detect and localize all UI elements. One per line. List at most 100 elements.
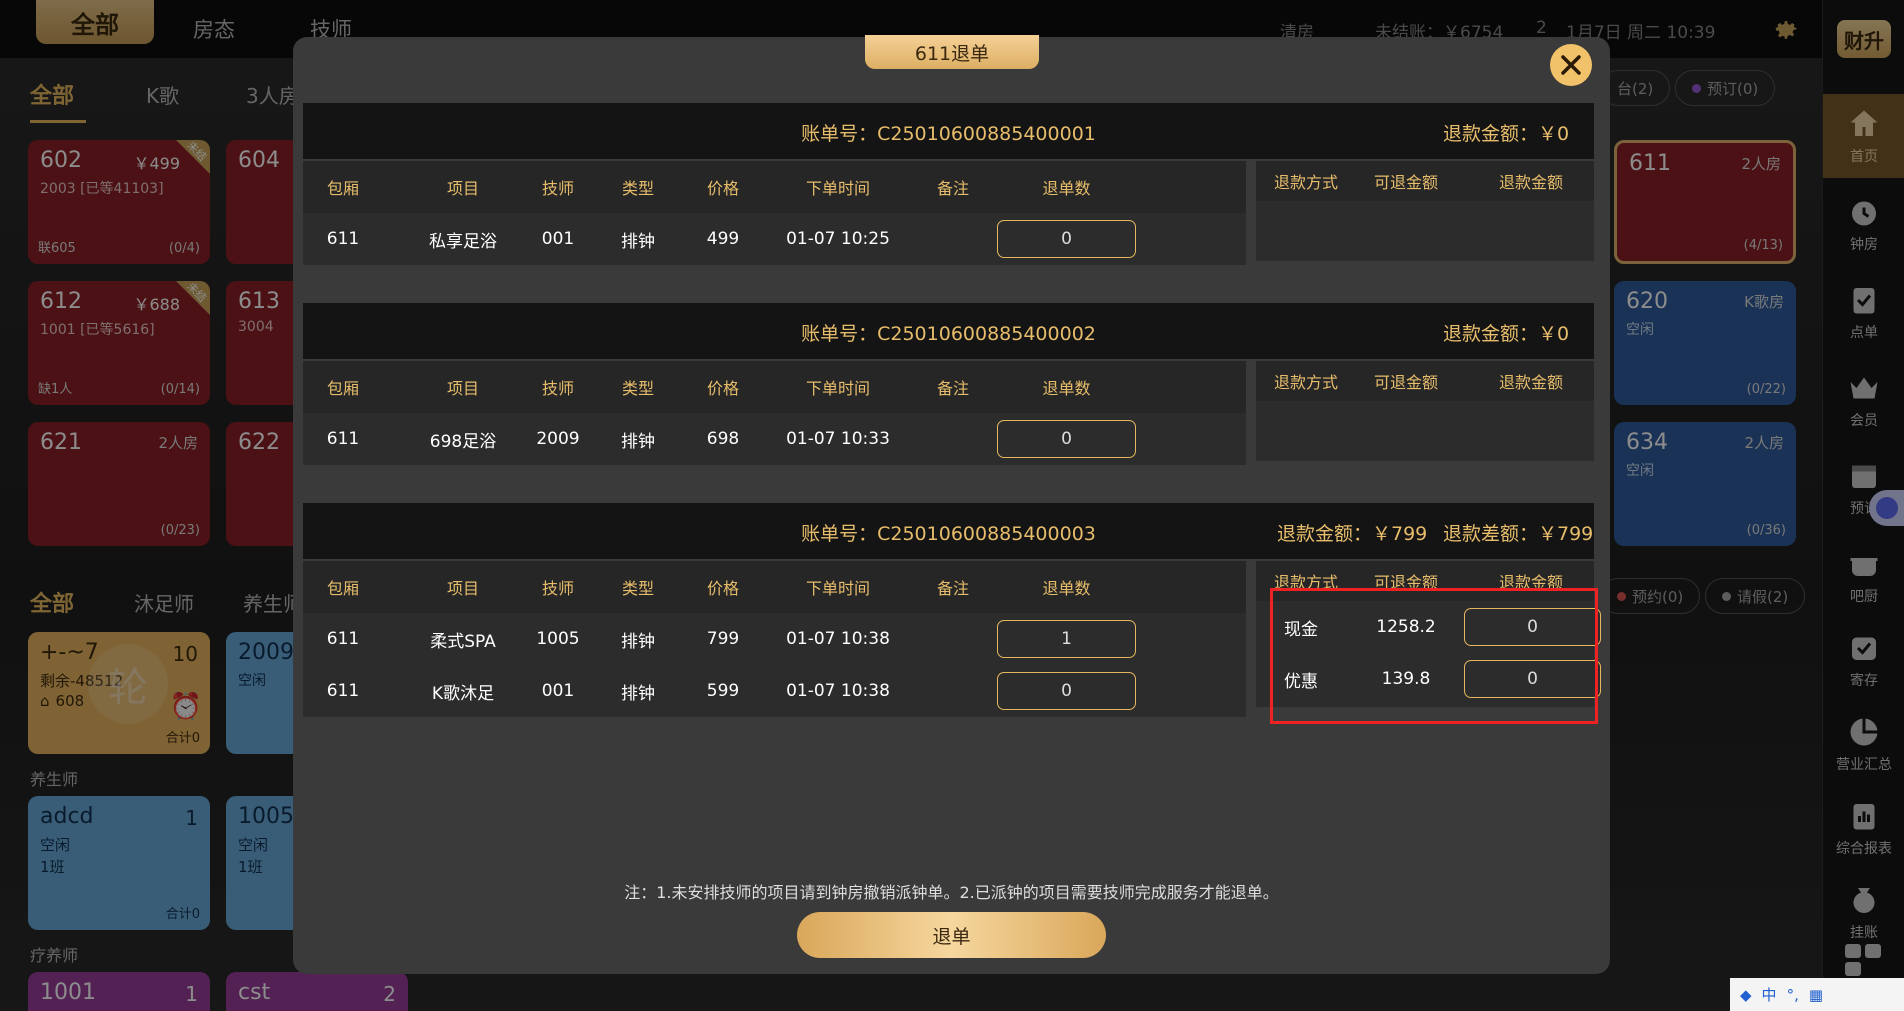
cell-room: 611	[326, 229, 360, 249]
cell-price: 599	[706, 681, 740, 701]
refund-difference: 退款差额：￥799	[1443, 523, 1594, 545]
close-button[interactable]	[1550, 44, 1592, 86]
refund-table-header: 退款方式 可退金额 退款金额	[1256, 561, 1594, 601]
table-header: 包厢 项目 技师 类型 价格 下单时间 备注 退单数	[303, 561, 1246, 613]
table-header: 包厢 项目 技师 类型 价格 下单时间 备注 退单数	[303, 161, 1246, 213]
close-icon	[1561, 55, 1581, 75]
bill-number: 账单号：C25010600885400001	[801, 123, 1096, 145]
items-table: 包厢 项目 技师 类型 价格 下单时间 备注 退单数 611 私享足浴 001 …	[303, 161, 1246, 265]
col-price: 价格	[706, 179, 739, 198]
cash-refund-input[interactable]	[1464, 608, 1601, 646]
cell-item: 私享足浴	[429, 231, 497, 252]
col-price: 价格	[706, 379, 739, 398]
cell-type: 排钟	[621, 431, 655, 452]
col-type: 类型	[621, 579, 654, 598]
cell-type: 排钟	[621, 231, 655, 252]
col-qty: 退单数	[1042, 179, 1091, 198]
dialog-note: 注：1.未安排技师的项目请到钟房撤销派钟单。2.已派钟的项目需要技师完成服务才能…	[624, 883, 1279, 902]
bill-section-1: 账单号：C25010600885400001 退款金额：￥0 包厢 项目 技师 …	[303, 103, 1594, 265]
col-qty: 退单数	[1042, 579, 1091, 598]
cell-room: 611	[326, 629, 360, 649]
table-row: 611 柔式SPA 1005 排钟 799 01-07 10:38	[303, 613, 1246, 665]
col-item: 项目	[446, 179, 479, 198]
refund-amount: 退款金额：￥799	[1277, 523, 1428, 545]
cell-note	[903, 413, 1003, 465]
cell-room: 611	[326, 429, 360, 449]
items-table: 包厢 项目 技师 类型 价格 下单时间 备注 退单数 611 柔式SPA 100…	[303, 561, 1246, 717]
col-note: 备注	[936, 379, 969, 398]
col-method: 退款方式	[1273, 373, 1338, 392]
ime-language: 中	[1761, 986, 1777, 1004]
col-available: 可退金额	[1373, 573, 1438, 592]
cell-item: 柔式SPA	[430, 631, 496, 652]
ime-punct-icon: °,	[1786, 985, 1799, 1004]
refund-amount: 退款金额：￥0	[1443, 323, 1570, 345]
col-refund-amount: 退款金额	[1498, 573, 1563, 592]
bill-number: 账单号：C25010600885400002	[801, 323, 1096, 345]
bill-section-2: 账单号：C25010600885400002 退款金额：￥0 包厢 项目 技师 …	[303, 303, 1594, 465]
cell-item: 698足浴	[429, 431, 497, 452]
submit-refund-button[interactable]: 退单	[797, 912, 1106, 958]
cell-tech: 001	[541, 681, 575, 701]
refund-qty-input[interactable]	[997, 220, 1136, 258]
cell-tech: 1005	[536, 629, 580, 649]
col-time: 下单时间	[805, 179, 870, 198]
cell-price: 799	[706, 629, 740, 649]
bill-section-3: 账单号：C25010600885400003 退款金额：￥799 退款差额：￥7…	[303, 503, 1601, 743]
col-type: 类型	[621, 179, 654, 198]
dialog-title: 611退单	[865, 35, 1039, 69]
col-room: 包厢	[326, 179, 359, 198]
refund-method: 现金	[1284, 619, 1318, 640]
col-available: 可退金额	[1373, 173, 1438, 192]
refund-available: 139.8	[1381, 669, 1431, 689]
bill-header: 账单号：C25010600885400003 退款金额：￥799 退款差额：￥7…	[303, 503, 1594, 559]
cell-type: 排钟	[621, 683, 655, 704]
cell-time: 01-07 10:38	[786, 681, 890, 701]
cell-time: 01-07 10:38	[786, 629, 890, 649]
col-type: 类型	[621, 379, 654, 398]
cell-price: 499	[706, 229, 740, 249]
col-qty: 退单数	[1042, 379, 1091, 398]
bill-header: 账单号：C25010600885400001 退款金额：￥0	[303, 103, 1594, 159]
cell-tech: 2009	[536, 429, 580, 449]
col-tech: 技师	[541, 179, 574, 198]
col-tech: 技师	[541, 579, 574, 598]
col-refund-amount: 退款金额	[1498, 373, 1563, 392]
col-tech: 技师	[541, 379, 574, 398]
col-time: 下单时间	[805, 379, 870, 398]
cell-note	[903, 613, 1003, 665]
refund-method-table: 退款方式 可退金额 退款金额	[1256, 161, 1594, 261]
col-available: 可退金额	[1373, 373, 1438, 392]
table-row: 611 K歌沐足 001 排钟 599 01-07 10:38	[303, 665, 1246, 717]
col-item: 项目	[446, 379, 479, 398]
table-row: 611 698足浴 2009 排钟 698 01-07 10:33	[303, 413, 1246, 465]
discount-refund-input[interactable]	[1464, 660, 1601, 698]
cell-time: 01-07 10:25	[786, 229, 890, 249]
refund-method-table: 退款方式 可退金额 退款金额 现金 1258.2 优惠 139.8	[1256, 561, 1601, 707]
col-refund-amount: 退款金额	[1498, 173, 1563, 192]
cell-time: 01-07 10:33	[786, 429, 890, 449]
refund-dialog: 611退单 账单号：C25010600885400001 退款金额：￥0 包厢 …	[293, 35, 1610, 974]
refund-qty-input[interactable]	[997, 672, 1136, 710]
col-room: 包厢	[326, 379, 359, 398]
col-method: 退款方式	[1273, 573, 1338, 592]
ime-toolbar[interactable]: ◆ 中 °, ▦	[1730, 978, 1904, 1011]
refund-qty-input[interactable]	[997, 420, 1136, 458]
col-note: 备注	[936, 179, 969, 198]
col-price: 价格	[706, 579, 739, 598]
col-note: 备注	[936, 579, 969, 598]
refund-table-header: 退款方式 可退金额 退款金额	[1256, 161, 1594, 201]
col-time: 下单时间	[805, 579, 870, 598]
ime-logo-icon: ◆	[1740, 985, 1752, 1004]
cell-price: 698	[706, 429, 740, 449]
refund-row-cash: 现金 1258.2	[1256, 601, 1601, 653]
table-row: 611 私享足浴 001 排钟 499 01-07 10:25	[303, 213, 1246, 265]
col-method: 退款方式	[1273, 173, 1338, 192]
bill-header: 账单号：C25010600885400002 退款金额：￥0	[303, 303, 1594, 359]
col-item: 项目	[446, 579, 479, 598]
refund-qty-input[interactable]	[997, 620, 1136, 658]
ime-grid-icon: ▦	[1808, 985, 1824, 1004]
refund-table-header: 退款方式 可退金额 退款金额	[1256, 361, 1594, 401]
col-room: 包厢	[326, 579, 359, 598]
refund-method-table: 退款方式 可退金额 退款金额	[1256, 361, 1594, 461]
